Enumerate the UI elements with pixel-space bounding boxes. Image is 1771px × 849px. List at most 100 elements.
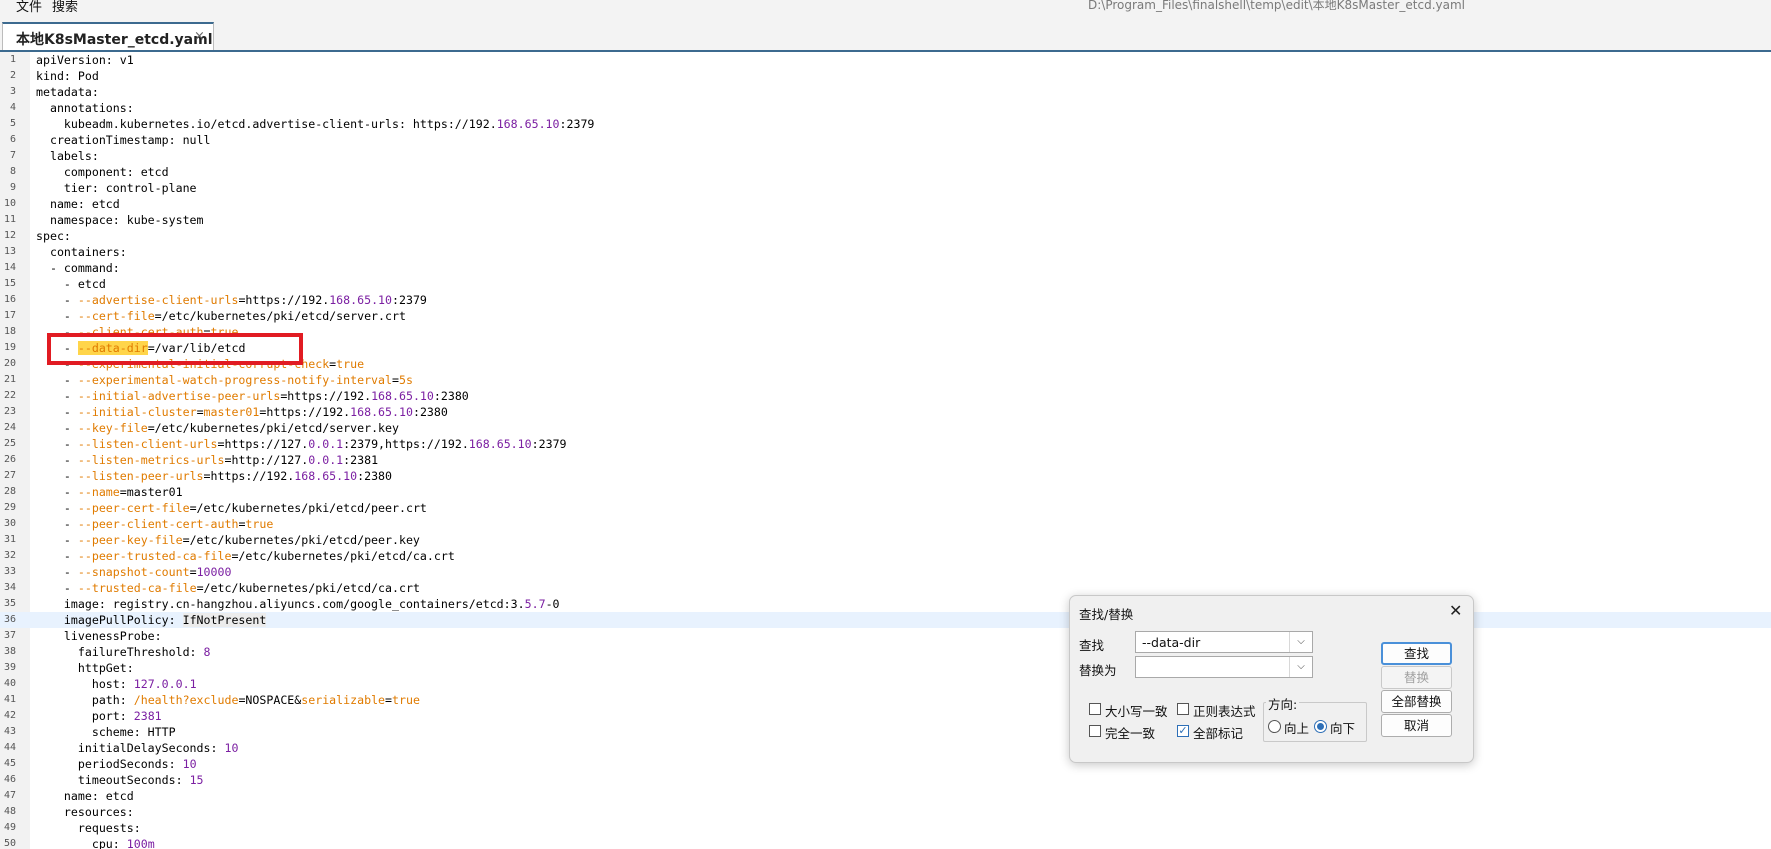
line-number: 32 [3, 550, 16, 561]
token-text: - [36, 549, 78, 563]
token-flag: --peer-key-file [77, 533, 183, 547]
code-text: - --client-cert-auth=true [36, 324, 239, 340]
token-flag: --initial-cluster [77, 405, 197, 419]
code-text: - --listen-client-urls=https://127.0.0.1… [36, 436, 567, 452]
tab-label: 本地K8sMaster_etcd.yaml [16, 32, 213, 48]
replace-button[interactable]: 替换 [1381, 666, 1452, 689]
cancel-button[interactable]: 取消 [1381, 714, 1452, 737]
code-text: initialDelaySeconds: 10 [36, 740, 239, 756]
tab-close-icon[interactable]: × [194, 29, 205, 44]
code-line: 10 name: etcd [0, 196, 1771, 212]
code-line: 50 cpu: 100m [0, 836, 1771, 849]
direction-up-radio[interactable] [1268, 720, 1281, 733]
menu-search[interactable]: 搜索 [52, 0, 78, 14]
code-line: 24 - --key-file=/etc/kubernetes/pki/etcd… [0, 420, 1771, 436]
token-flag: --listen-client-urls [77, 437, 218, 451]
token-flag: --name [77, 485, 120, 499]
direction-group: 方向: 向上 向下 [1263, 694, 1367, 742]
token-flag: true [210, 325, 239, 339]
code-line: 30 - --peer-client-cert-auth=true [0, 516, 1771, 532]
mark-all-label: 全部标记 [1193, 726, 1244, 741]
token-flag: --initial-advertise-peer-urls [77, 389, 281, 403]
token-text: :2380 [433, 389, 469, 403]
code-line: 41 path: /health?exclude=NOSPACE&seriali… [0, 692, 1771, 708]
token-text: =/etc/kubernetes/pki/etcd/server.key [147, 421, 399, 435]
line-number: 8 [9, 166, 16, 177]
file-path: D:\Program_Files\finalshell\temp\edit\本地… [1088, 0, 1465, 12]
token-text: tier: control-plane [36, 181, 197, 195]
token-text: scheme: HTTP [36, 725, 176, 739]
mark-all-checkbox[interactable]: ✓ [1177, 725, 1189, 737]
line-number: 43 [3, 726, 16, 737]
code-line: 14 - command: [0, 260, 1771, 276]
token-text: timeoutSeconds: [36, 773, 190, 787]
token-text: = [189, 565, 197, 579]
token-flag: 5s [398, 373, 413, 387]
code-text: - --peer-key-file=/etc/kubernetes/pki/et… [36, 532, 420, 548]
line-number: 13 [3, 246, 16, 257]
code-line: 36 imagePullPolicy: IfNotPresent [0, 612, 1771, 628]
regex-checkbox[interactable] [1177, 703, 1189, 715]
code-line: 33 - --snapshot-count=10000 [0, 564, 1771, 580]
token-text: :2379,https://192. [343, 437, 469, 451]
match-case-checkbox[interactable] [1089, 703, 1101, 715]
code-text: - --advertise-client-urls=https://192.16… [36, 292, 427, 308]
code-line: 16 - --advertise-client-urls=https://192… [0, 292, 1771, 308]
close-icon[interactable]: ✕ [1449, 601, 1462, 620]
tab-etcd-yaml[interactable]: 本地K8sMaster_etcd.yaml × [2, 22, 214, 50]
token-num: 168.65.10 [496, 117, 560, 131]
line-number: 28 [3, 486, 16, 497]
chevron-down-icon[interactable]: ⌵ [1289, 657, 1312, 677]
code-text: - --initial-advertise-peer-urls=https://… [36, 388, 469, 404]
replace-all-button[interactable]: 全部替换 [1381, 690, 1452, 713]
replace-input[interactable]: ⌵ [1135, 656, 1313, 678]
token-text: initialDelaySeconds: [36, 741, 225, 755]
chevron-down-icon[interactable]: ⌵ [1289, 632, 1312, 652]
code-line: 35 image: registry.cn-hangzhou.aliyuncs.… [0, 596, 1771, 612]
code-line: 7 labels: [0, 148, 1771, 164]
line-number: 27 [3, 470, 16, 481]
find-button[interactable]: 查找 [1381, 642, 1452, 665]
token-plainhl: IfNotPresent [182, 613, 267, 627]
line-number: 33 [3, 566, 16, 577]
token-num: 168.65.10 [294, 469, 358, 483]
code-text: - --trusted-ca-file=/etc/kubernetes/pki/… [36, 580, 420, 596]
code-text: - --initial-cluster=master01=https://192… [36, 404, 448, 420]
token-text: failureThreshold: [36, 645, 204, 659]
token-flag: true [245, 517, 274, 531]
token-text: - [36, 581, 78, 595]
token-text: imagePullPolicy: [36, 613, 183, 627]
whole-word-checkbox[interactable] [1089, 725, 1101, 737]
direction-down-radio[interactable] [1314, 720, 1327, 733]
token-text: kind: Pod [36, 69, 99, 83]
whole-word-label: 完全一致 [1105, 726, 1156, 741]
direction-up-label: 向上 [1284, 721, 1310, 736]
line-number: 31 [3, 534, 16, 545]
code-line: 42 port: 2381 [0, 708, 1771, 724]
token-text: containers: [36, 245, 127, 259]
token-num: 5.7 [524, 597, 546, 611]
code-line: 49 requests: [0, 820, 1771, 836]
token-text: cpu: [36, 837, 127, 849]
token-text: = [385, 693, 393, 707]
tab-bar: 本地K8sMaster_etcd.yaml × [0, 14, 1771, 52]
token-text: apiVersion: v1 [36, 53, 134, 67]
menu-file[interactable]: 文件 [16, 0, 42, 14]
line-number: 36 [3, 614, 16, 625]
line-number: 7 [9, 150, 16, 161]
token-text: name: etcd [36, 789, 134, 803]
code-line: 43 scheme: HTTP [0, 724, 1771, 740]
code-text: image: registry.cn-hangzhou.aliyuncs.com… [36, 596, 560, 612]
code-text: timeoutSeconds: 15 [36, 772, 204, 788]
code-text: livenessProbe: [36, 628, 162, 644]
code-editor[interactable]: 1 apiVersion: v1 2 kind: Pod 3 metadata: 4 ann… [0, 52, 1771, 849]
code-line: 3 metadata: [0, 84, 1771, 100]
token-text: - [36, 341, 78, 355]
code-text: - etcd [36, 276, 106, 292]
token-text: =/etc/kubernetes/pki/etcd/server.crt [154, 309, 406, 323]
token-num: 10000 [196, 565, 232, 579]
token-text: livenessProbe: [36, 629, 162, 643]
find-replace-dialog: 查找/替换 ✕ 查找 --data-dir ⌵ 替换为 ⌵ 大小写一致 正则表达… [1069, 595, 1474, 763]
find-input[interactable]: --data-dir ⌵ [1135, 631, 1313, 653]
code-line: 18 - --client-cert-auth=true [0, 324, 1771, 340]
